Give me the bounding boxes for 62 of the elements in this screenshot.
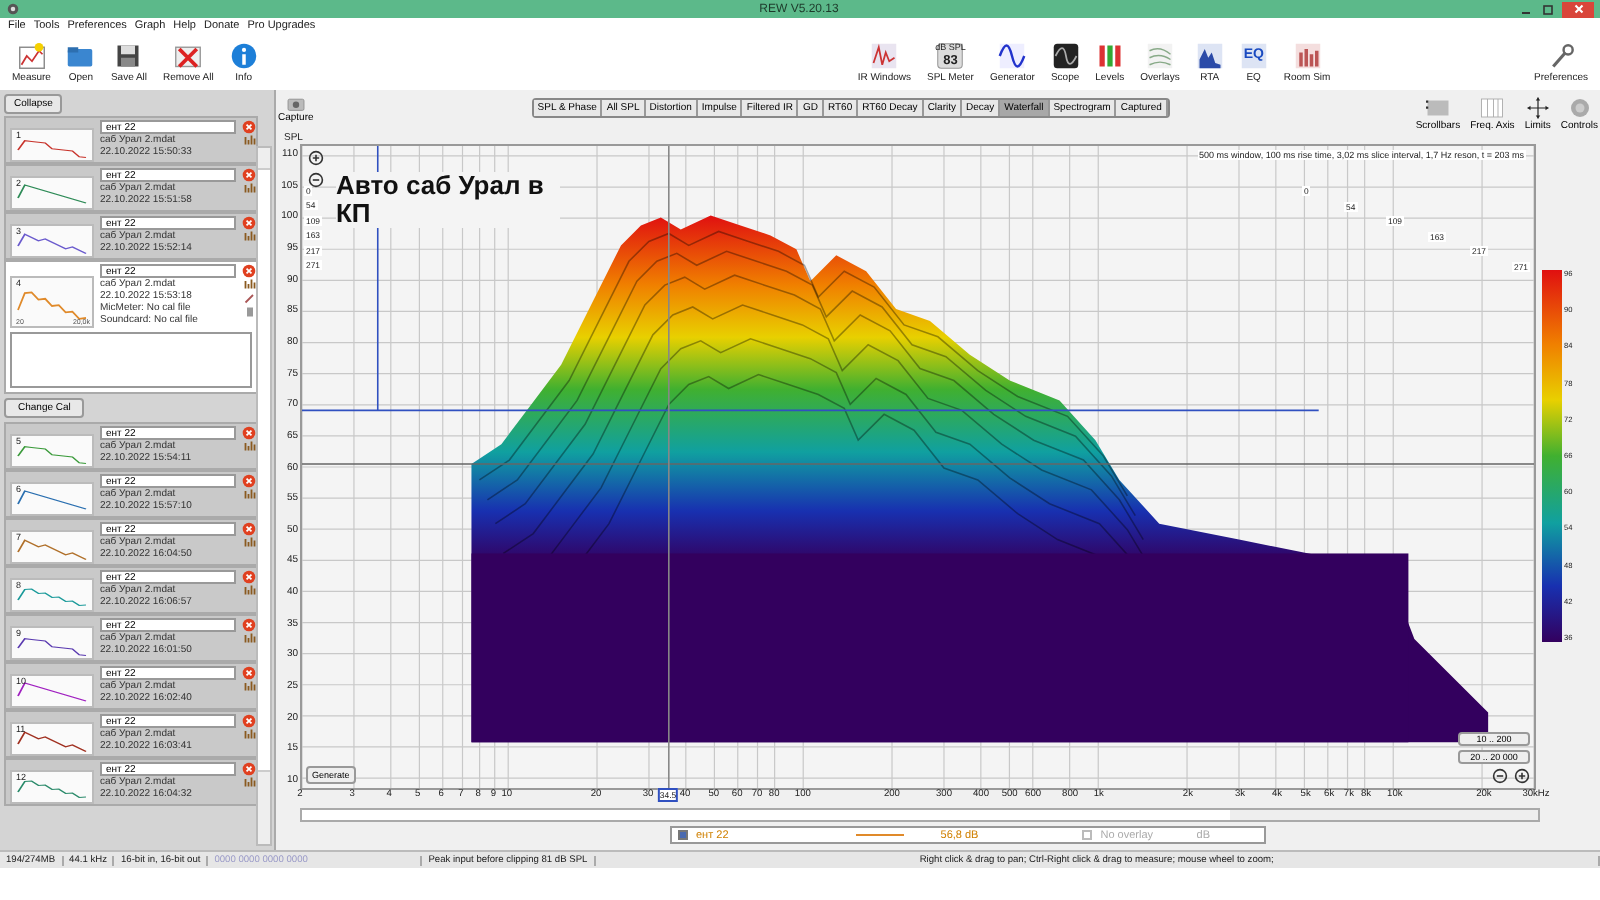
notes-field[interactable] <box>10 332 252 388</box>
bars-icon[interactable] <box>244 488 256 500</box>
meter-icon <box>936 41 965 69</box>
delete-icon[interactable] <box>242 474 256 488</box>
cross-icon <box>174 41 203 69</box>
app-icon <box>6 2 20 16</box>
checkbox[interactable] <box>678 830 688 840</box>
scrollbar[interactable] <box>300 808 1540 822</box>
bars-icon[interactable] <box>244 680 256 692</box>
bars-icon[interactable] <box>244 728 256 740</box>
maximize-icon[interactable] <box>1540 1 1556 17</box>
circle-icon <box>1567 96 1592 120</box>
checkbox[interactable] <box>1082 830 1093 840</box>
document-icon[interactable] <box>244 306 256 318</box>
delete-icon[interactable] <box>242 120 256 134</box>
zoom-out-icon[interactable] <box>308 172 324 188</box>
delete-icon[interactable] <box>242 216 256 230</box>
cursor-line[interactable] <box>668 146 670 788</box>
bars-icon[interactable] <box>244 182 256 194</box>
camera-icon <box>285 96 306 112</box>
line-sample <box>856 834 905 836</box>
bars-icon[interactable] <box>244 776 256 788</box>
scrollbar[interactable] <box>256 146 272 846</box>
scrollbars-icon <box>1425 96 1450 120</box>
sine-icon <box>998 41 1027 69</box>
waveform-icon <box>870 41 899 69</box>
close-button[interactable] <box>1562 1 1594 17</box>
scope-icon <box>1051 41 1080 69</box>
bars-icon[interactable] <box>244 230 256 242</box>
delete-icon[interactable] <box>242 618 256 632</box>
delete-icon[interactable] <box>242 426 256 440</box>
close-icon <box>1571 2 1585 16</box>
delete-icon[interactable] <box>242 522 256 536</box>
bars-icon[interactable] <box>244 536 256 548</box>
delete-icon[interactable] <box>242 168 256 182</box>
info-icon <box>229 41 258 69</box>
bars-icon[interactable] <box>244 134 256 146</box>
bars-icon[interactable] <box>244 584 256 596</box>
graph-icon <box>17 41 46 69</box>
floppy-icon <box>114 41 143 69</box>
arrows-icon <box>1525 96 1550 120</box>
delete-icon[interactable] <box>242 264 256 278</box>
graph-note: Авто саб Урал в КП <box>336 172 560 228</box>
wrench-icon <box>1547 41 1576 69</box>
delete-icon[interactable] <box>242 714 256 728</box>
delete-icon[interactable] <box>242 762 256 776</box>
level-bars-icon <box>1095 41 1124 69</box>
zoom-out-icon[interactable] <box>1492 768 1508 784</box>
zoom-in-icon[interactable] <box>308 150 324 166</box>
bars-icon <box>1293 41 1322 69</box>
folder-icon <box>66 41 95 69</box>
columns-icon <box>1480 96 1505 120</box>
delete-icon[interactable] <box>242 570 256 584</box>
pencil-icon[interactable] <box>244 292 256 304</box>
bars-icon[interactable] <box>244 632 256 644</box>
delete-icon[interactable] <box>242 666 256 680</box>
zoom-in-icon[interactable] <box>1514 768 1530 784</box>
spectrum-icon <box>1195 41 1224 69</box>
curves-icon <box>1145 41 1174 69</box>
bars-icon[interactable] <box>244 278 256 290</box>
eq-icon <box>1239 41 1268 69</box>
bars-icon[interactable] <box>244 440 256 452</box>
